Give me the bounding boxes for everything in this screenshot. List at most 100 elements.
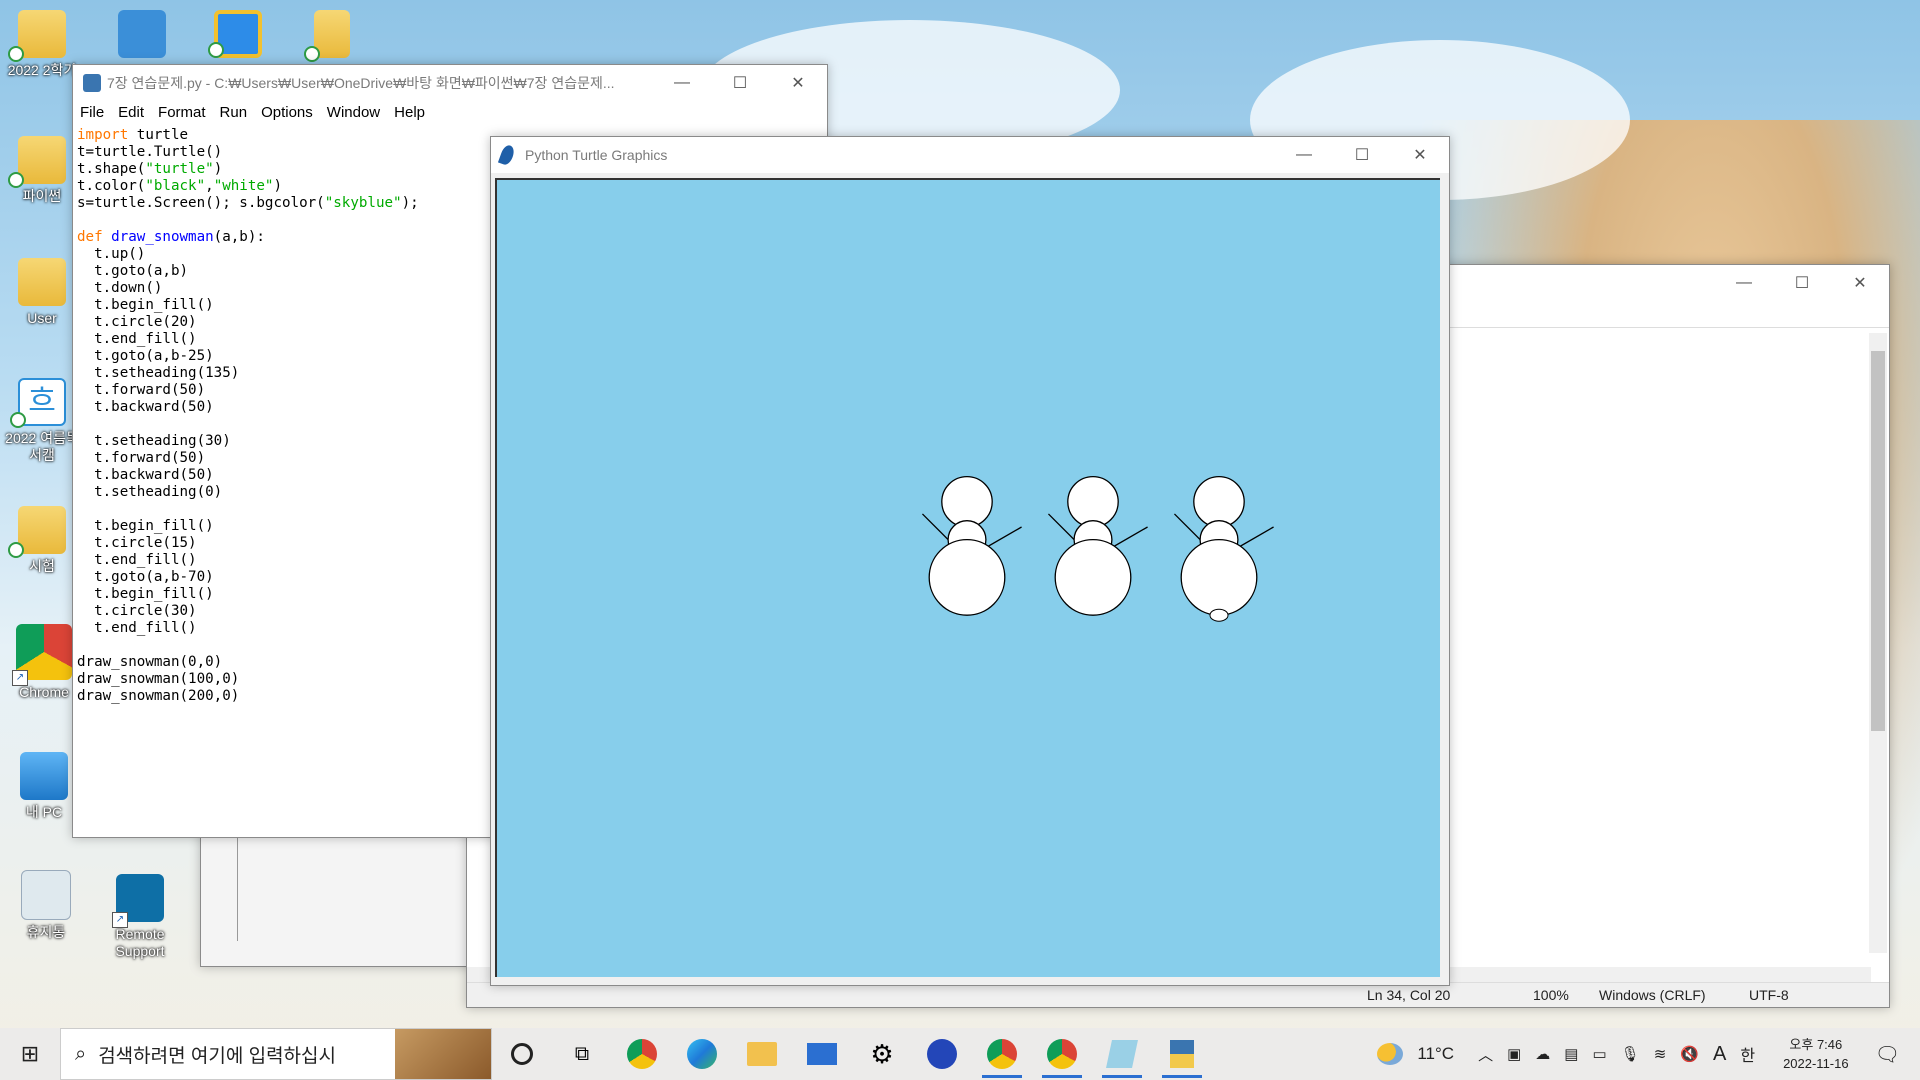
ime-mode[interactable]: A xyxy=(1713,1043,1726,1066)
turtle-graphics-window[interactable]: Python Turtle Graphics — ☐ ✕ xyxy=(490,136,1450,986)
maximize-button[interactable]: ☐ xyxy=(711,65,769,101)
code-line: t.goto(a,b-70) xyxy=(77,569,214,585)
code-line: t.down() xyxy=(77,280,163,296)
code-editor[interactable]: import turtle t=turtle.Turtle() t.shape(… xyxy=(77,127,419,705)
taskbar-chrome-profile-2[interactable] xyxy=(1032,1028,1092,1080)
sync-check-icon xyxy=(10,412,26,428)
weather-icon[interactable] xyxy=(1377,1043,1404,1065)
menu-help[interactable]: Help xyxy=(394,104,425,121)
taskbar-edge[interactable] xyxy=(672,1028,732,1080)
code-line: t.circle(20) xyxy=(77,314,197,330)
gear-icon: ⚙ xyxy=(870,1038,894,1069)
user-folder-icon xyxy=(18,258,66,306)
background-window[interactable] xyxy=(200,830,502,967)
start-button[interactable]: ⊞ xyxy=(0,1028,60,1080)
taskbar-chrome[interactable] xyxy=(612,1028,672,1080)
desktop-icon-internet-explorer[interactable] xyxy=(196,10,280,58)
scrollbar-thumb[interactable] xyxy=(1871,351,1885,731)
running-indicator xyxy=(1042,1075,1082,1078)
code-line: def draw_snowman(a,b): xyxy=(77,229,265,245)
maximize-button[interactable]: ☐ xyxy=(1333,137,1391,173)
taskbar-file-explorer[interactable] xyxy=(732,1028,792,1080)
code-line: t.setheading(135) xyxy=(77,365,240,381)
turtle-canvas[interactable] xyxy=(495,178,1440,977)
close-button[interactable]: ✕ xyxy=(769,65,827,101)
running-indicator xyxy=(1162,1075,1202,1078)
language-indicator[interactable]: 한 xyxy=(1740,1042,1755,1066)
taskbar-search-box[interactable]: ⌕ 검색하려면 여기에 입력하십시 xyxy=(60,1028,492,1080)
code-line: t.circle(30) xyxy=(77,603,197,619)
code-line: t.end_fill() xyxy=(77,552,197,568)
search-highlight-image xyxy=(395,1029,491,1079)
idle-menubar: File Edit Format Run Options Window Help xyxy=(73,101,827,123)
taskbar: ⊞ ⌕ 검색하려면 여기에 입력하십시 ⧉ ⚙ 11°C ︿ ▣ ☁ ▤ ▭ 🎙… xyxy=(0,1028,1920,1080)
volume-muted-icon[interactable]: 🔇 xyxy=(1680,1045,1699,1063)
code-line: t.goto(a,b) xyxy=(77,263,189,279)
running-indicator xyxy=(982,1075,1022,1078)
chrome-icon xyxy=(1047,1039,1077,1069)
onedrive-icon[interactable]: ☁ xyxy=(1535,1045,1550,1063)
taskbar-app-q[interactable] xyxy=(912,1028,972,1080)
sync-check-icon xyxy=(8,172,24,188)
search-placeholder: 검색하려면 여기에 입력하십시 xyxy=(98,1045,337,1067)
shortcut-arrow-icon: ↗ xyxy=(112,912,128,928)
sync-check-icon xyxy=(208,42,224,58)
menu-format[interactable]: Format xyxy=(158,104,206,121)
wifi-icon[interactable]: ≋ xyxy=(1654,1045,1667,1063)
chrome-icon xyxy=(987,1039,1017,1069)
cortana-button[interactable] xyxy=(492,1028,552,1080)
code-line: draw_snowman(0,0) xyxy=(77,654,223,670)
taskbar-mail[interactable] xyxy=(792,1028,852,1080)
notification-icon[interactable]: 🗨 xyxy=(1875,1042,1900,1067)
cortana-icon xyxy=(511,1043,533,1065)
vertical-scrollbar[interactable] xyxy=(1869,333,1887,953)
sync-check-icon xyxy=(304,46,320,62)
menu-file[interactable]: File xyxy=(80,104,104,121)
desktop-icon-remote-support[interactable]: ↗ Remote Support xyxy=(98,874,182,960)
display-icon[interactable]: ▤ xyxy=(1564,1045,1578,1063)
snowman-head xyxy=(1193,475,1245,528)
microphone-icon[interactable]: 🎙 xyxy=(1621,1045,1640,1063)
taskbar-python[interactable] xyxy=(1152,1028,1212,1080)
desktop-icon-control-panel[interactable] xyxy=(100,10,184,58)
clock[interactable]: 오후 7:46 2022-11-16 xyxy=(1783,1035,1849,1073)
close-button[interactable]: ✕ xyxy=(1831,265,1889,301)
mail-icon xyxy=(807,1043,837,1065)
chrome-icon xyxy=(627,1039,657,1069)
minimize-button[interactable]: — xyxy=(1275,137,1333,173)
close-button[interactable]: ✕ xyxy=(1391,137,1449,173)
python-icon xyxy=(1170,1040,1194,1068)
code-line: t.backward(50) xyxy=(77,467,214,483)
taskbar-notepad[interactable] xyxy=(1092,1028,1152,1080)
chevron-up-icon[interactable]: ︿ xyxy=(1478,1044,1493,1065)
weather-temperature[interactable]: 11°C xyxy=(1417,1044,1454,1064)
code-line: t.up() xyxy=(77,246,146,262)
desktop-icon-label: Remote Support xyxy=(115,926,165,959)
task-view-button[interactable]: ⧉ xyxy=(552,1028,612,1080)
menu-options[interactable]: Options xyxy=(261,104,313,121)
minimize-button[interactable]: — xyxy=(653,65,711,101)
status-encoding: UTF-8 xyxy=(1749,987,1789,1003)
snowman-head xyxy=(941,475,993,528)
maximize-button[interactable]: ☐ xyxy=(1773,265,1831,301)
meet-icon[interactable]: ▣ xyxy=(1507,1045,1521,1063)
computer-icon xyxy=(20,752,68,800)
menu-edit[interactable]: Edit xyxy=(118,104,144,121)
menu-window[interactable]: Window xyxy=(327,104,380,121)
menu-run[interactable]: Run xyxy=(220,104,248,121)
snowman-body xyxy=(1054,538,1132,616)
control-panel-icon xyxy=(118,10,166,58)
battery-icon[interactable]: ▭ xyxy=(1592,1045,1606,1063)
app-q-icon xyxy=(927,1039,957,1069)
taskbar-settings[interactable]: ⚙ xyxy=(852,1028,912,1080)
desktop-icon-folder[interactable] xyxy=(290,10,374,62)
python-file-icon xyxy=(83,74,101,92)
desktop-icon-label: 휴지통 xyxy=(26,924,66,940)
minimize-button[interactable]: — xyxy=(1715,265,1773,301)
code-line: t=turtle.Turtle() xyxy=(77,144,223,160)
code-line: t.begin_fill() xyxy=(77,586,214,602)
taskbar-chrome-profile-1[interactable] xyxy=(972,1028,1032,1080)
hwp-document-icon: 흐 xyxy=(10,378,66,428)
desktop-icon-recycle-bin[interactable]: 휴지통 xyxy=(4,870,88,941)
turtle-titlebar: Python Turtle Graphics — ☐ ✕ xyxy=(491,137,1449,173)
